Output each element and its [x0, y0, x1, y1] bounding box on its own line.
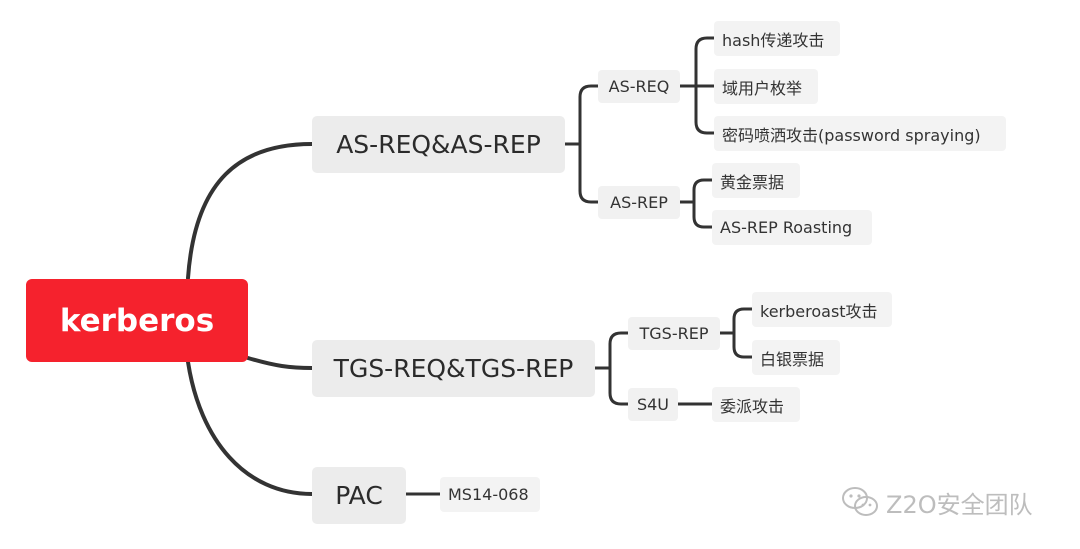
branch-label: PAC: [335, 481, 383, 510]
connector-root-tgsreq: [246, 356, 314, 370]
leaf-node-golden-ticket[interactable]: 黄金票据: [712, 163, 800, 198]
root-node-kerberos[interactable]: kerberos: [26, 279, 248, 362]
leaf-label: AS-REP Roasting: [720, 218, 853, 237]
wechat-icon: [842, 487, 878, 516]
connector-lines: [186, 36, 754, 496]
branch-node-pac[interactable]: PAC: [312, 467, 406, 524]
leaf-node-asrep-roasting[interactable]: AS-REP Roasting: [712, 210, 872, 245]
leaf-label: 白银票据: [760, 349, 825, 369]
branch-label: AS-REQ&AS-REP: [336, 130, 541, 159]
branch-label: TGS-REQ&TGS-REP: [333, 354, 574, 383]
connector-tgsreqrep-children: [608, 331, 630, 406]
connector-asreqrep-asreq: [578, 84, 600, 204]
leaf-node-delegation-attack[interactable]: 委派攻击: [712, 387, 800, 422]
leaf-node-ms14-068[interactable]: MS14-068: [440, 477, 540, 512]
connector-tgsrep-leaves: [732, 307, 754, 359]
sub-node-s4u[interactable]: S4U: [628, 388, 678, 421]
leaf-label: MS14-068: [448, 485, 529, 504]
connector-root-pac: [186, 360, 314, 496]
leaf-label: 域用户枚举: [722, 78, 803, 98]
watermark-text: Z2O安全团队: [886, 490, 1033, 519]
sub-label: TGS-REP: [639, 324, 709, 343]
connector-asrep-leaves: [692, 178, 714, 229]
sub-label: AS-REP: [610, 193, 668, 212]
sub-label: S4U: [636, 395, 670, 414]
leaf-node-hash-pass[interactable]: hash传递攻击: [714, 21, 840, 56]
leaf-label: 黄金票据: [720, 172, 785, 192]
leaf-node-kerberoast[interactable]: kerberoast攻击: [752, 292, 892, 327]
leaf-node-user-enum[interactable]: 域用户枚举: [714, 69, 818, 104]
leaf-label: hash传递攻击: [722, 30, 825, 50]
root-label: kerberos: [59, 302, 215, 339]
leaf-label: 委派攻击: [720, 396, 785, 416]
sub-node-as-rep[interactable]: AS-REP: [598, 186, 680, 219]
sub-label: AS-REQ: [608, 77, 670, 96]
leaf-label: kerberoast攻击: [760, 301, 878, 321]
watermark: Z2O安全团队: [840, 482, 1060, 522]
leaf-node-password-spraying[interactable]: 密码喷洒攻击(password spraying): [714, 116, 1006, 151]
leaf-label: 密码喷洒攻击(password spraying): [722, 125, 981, 145]
connector-root-asreq: [186, 142, 314, 280]
branch-node-tgsreq-tgsrep[interactable]: TGS-REQ&TGS-REP: [312, 340, 595, 397]
branch-node-asreq-asrep[interactable]: AS-REQ&AS-REP: [312, 116, 565, 173]
sub-node-as-req[interactable]: AS-REQ: [598, 70, 680, 103]
leaf-node-silver-ticket[interactable]: 白银票据: [752, 340, 840, 375]
sub-node-tgs-rep[interactable]: TGS-REP: [628, 317, 720, 350]
